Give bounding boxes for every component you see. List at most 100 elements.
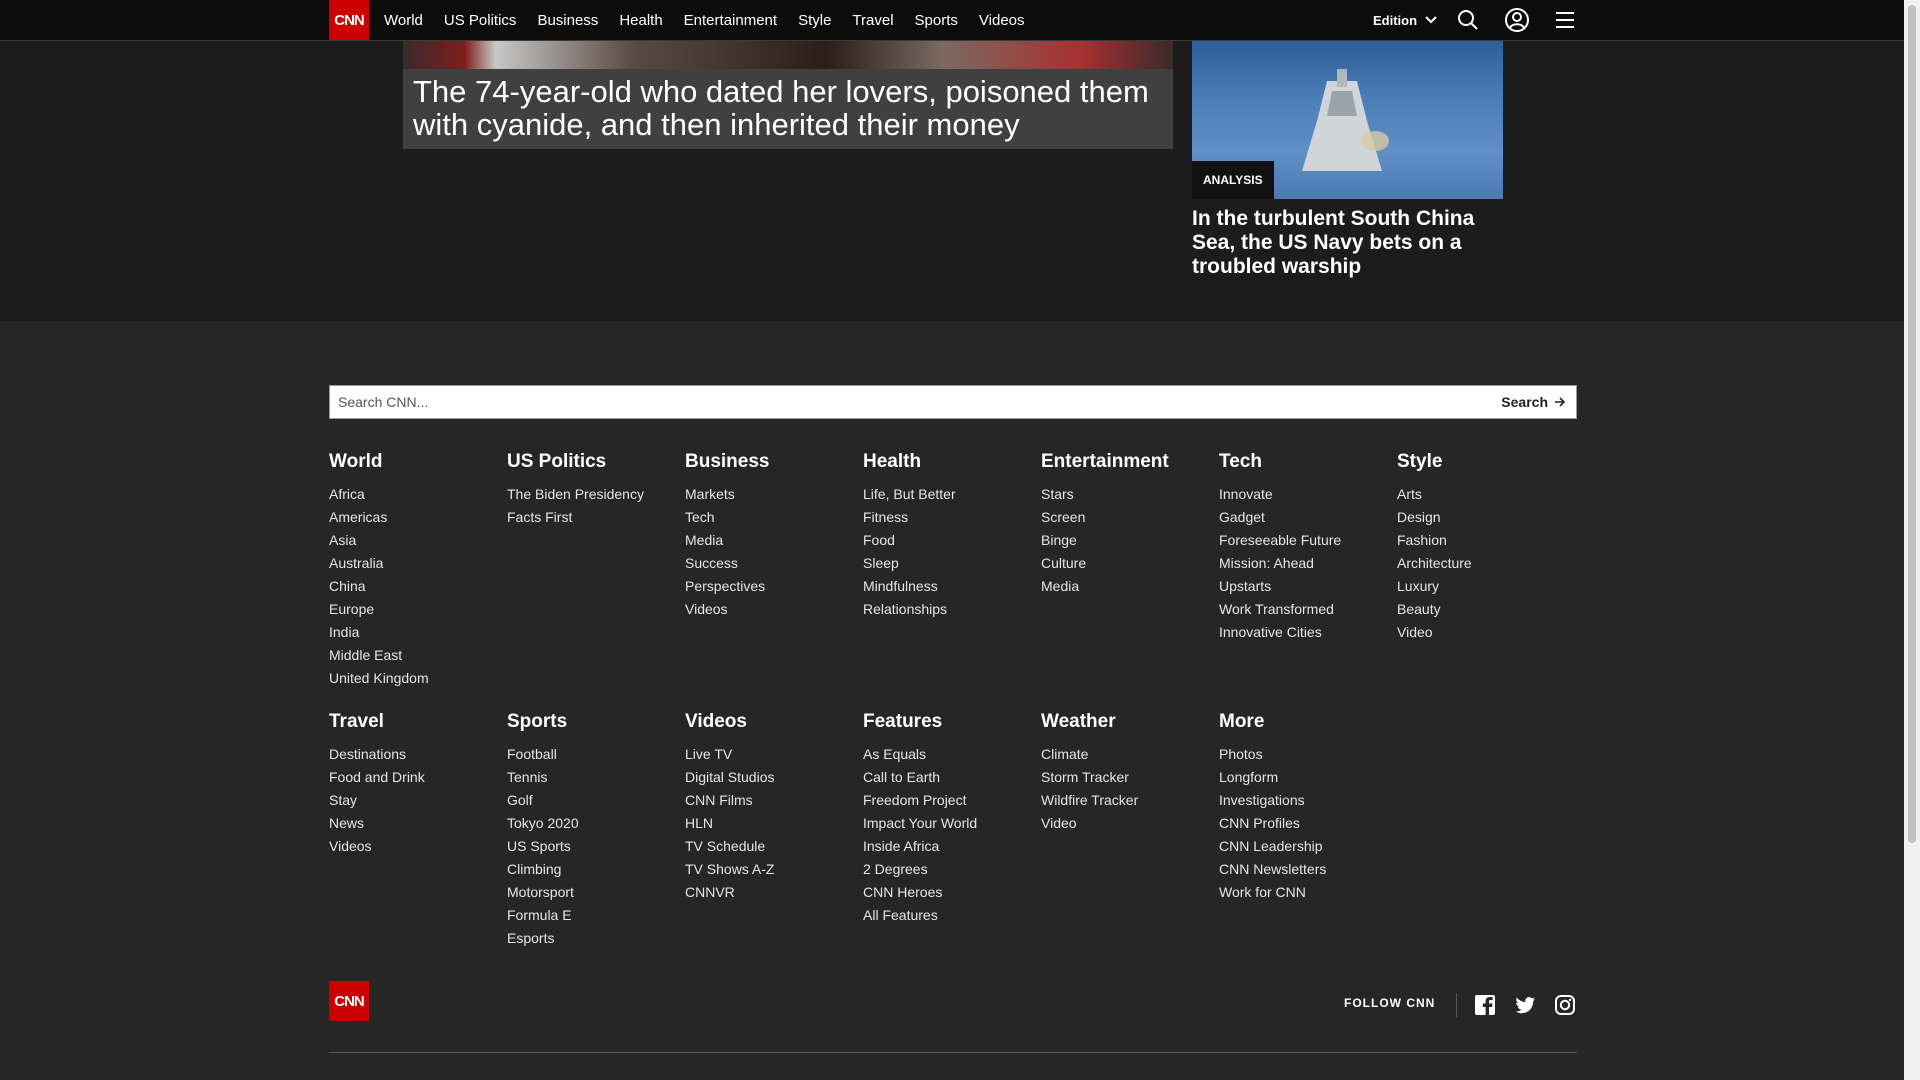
footer-link[interactable]: 2 Degrees xyxy=(863,858,1041,881)
footer-link[interactable]: Formula E xyxy=(507,904,685,927)
footer-link[interactable]: Climbing xyxy=(507,858,685,881)
footer-link[interactable]: Mindfulness xyxy=(863,575,1041,598)
footer-link[interactable]: Video xyxy=(1397,621,1575,644)
footer-link[interactable]: Binge xyxy=(1041,529,1219,552)
footer-link[interactable]: Esports xyxy=(507,927,685,950)
footer-column-title[interactable]: Videos xyxy=(685,711,863,733)
footer-link[interactable]: Stay xyxy=(329,789,507,812)
side-story-headline[interactable]: In the turbulent South China Sea, the US… xyxy=(1192,207,1512,279)
footer-link[interactable]: Relationships xyxy=(863,598,1041,621)
footer-column-title[interactable]: Style xyxy=(1397,451,1575,473)
footer-cnn-logo[interactable]: CNN xyxy=(329,981,369,1021)
scrollbar-thumb[interactable] xyxy=(1908,5,1916,843)
footer-link[interactable]: Investigations xyxy=(1219,789,1397,812)
search-input[interactable] xyxy=(338,394,1238,410)
footer-link[interactable]: Golf xyxy=(507,789,685,812)
footer-link[interactable]: Gadget xyxy=(1219,506,1397,529)
footer-link[interactable]: Stars xyxy=(1041,483,1219,506)
footer-link[interactable]: Markets xyxy=(685,483,863,506)
footer-link[interactable]: Digital Studios xyxy=(685,766,863,789)
footer-link[interactable]: Food xyxy=(863,529,1041,552)
footer-link[interactable]: India xyxy=(329,621,507,644)
footer-column-title[interactable]: Travel xyxy=(329,711,507,733)
footer-link[interactable]: Destinations xyxy=(329,743,507,766)
footer-link[interactable]: Upstarts xyxy=(1219,575,1397,598)
footer-link[interactable]: CNN Leadership xyxy=(1219,835,1397,858)
footer-link[interactable]: The Biden Presidency xyxy=(507,483,685,506)
footer-link[interactable]: Europe xyxy=(329,598,507,621)
nav-link-entertainment[interactable]: Entertainment xyxy=(684,12,777,29)
footer-link[interactable]: Photos xyxy=(1219,743,1397,766)
cnn-logo[interactable]: CNN xyxy=(329,0,369,40)
footer-link[interactable]: CNN Newsletters xyxy=(1219,858,1397,881)
footer-link[interactable]: United Kingdom xyxy=(329,667,507,690)
footer-link[interactable]: All Features xyxy=(863,904,1041,927)
footer-link[interactable]: Luxury xyxy=(1397,575,1575,598)
footer-link[interactable]: Foreseeable Future xyxy=(1219,529,1397,552)
nav-link-videos[interactable]: Videos xyxy=(979,12,1025,29)
footer-link[interactable]: CNNVR xyxy=(685,881,863,904)
footer-link[interactable]: Tennis xyxy=(507,766,685,789)
footer-link[interactable]: Tokyo 2020 xyxy=(507,812,685,835)
nav-link-business[interactable]: Business xyxy=(537,12,598,29)
main-story-image[interactable] xyxy=(403,41,1173,69)
footer-link[interactable]: Freedom Project xyxy=(863,789,1041,812)
main-story-headline[interactable]: The 74-year-old who dated her lovers, po… xyxy=(413,75,1163,141)
footer-link[interactable]: Call to Earth xyxy=(863,766,1041,789)
footer-column-title[interactable]: Weather xyxy=(1041,711,1219,733)
footer-link[interactable]: Storm Tracker xyxy=(1041,766,1219,789)
footer-link[interactable]: Culture xyxy=(1041,552,1219,575)
footer-link[interactable]: CNN Films xyxy=(685,789,863,812)
footer-column-title[interactable]: Sports xyxy=(507,711,685,733)
footer-link[interactable]: Life, But Better xyxy=(863,483,1041,506)
footer-link[interactable]: Innovative Cities xyxy=(1219,621,1397,644)
edition-dropdown[interactable]: Edition xyxy=(1373,0,1437,40)
footer-link[interactable]: Screen xyxy=(1041,506,1219,529)
footer-link[interactable]: As Equals xyxy=(863,743,1041,766)
footer-link[interactable]: Arts xyxy=(1397,483,1575,506)
footer-link[interactable]: Africa xyxy=(329,483,507,506)
footer-link[interactable]: Impact Your World xyxy=(863,812,1041,835)
nav-link-us-politics[interactable]: US Politics xyxy=(444,12,517,29)
user-account-icon[interactable] xyxy=(1504,7,1530,33)
footer-column-title[interactable]: Features xyxy=(863,711,1041,733)
footer-link[interactable]: Food and Drink xyxy=(329,766,507,789)
footer-column-title[interactable]: US Politics xyxy=(507,451,685,473)
footer-link[interactable]: TV Schedule xyxy=(685,835,863,858)
nav-link-style[interactable]: Style xyxy=(798,12,831,29)
facebook-icon[interactable] xyxy=(1474,994,1496,1016)
nav-link-world[interactable]: World xyxy=(384,12,423,29)
footer-link[interactable]: Australia xyxy=(329,552,507,575)
footer-link[interactable]: Work for CNN xyxy=(1219,881,1397,904)
footer-link[interactable]: Work Transformed xyxy=(1219,598,1397,621)
footer-link[interactable]: Wildfire Tracker xyxy=(1041,789,1219,812)
footer-link[interactable]: HLN xyxy=(685,812,863,835)
search-icon[interactable] xyxy=(1456,8,1480,32)
footer-link[interactable]: Media xyxy=(1041,575,1219,598)
footer-link[interactable]: CNN Heroes xyxy=(863,881,1041,904)
hamburger-menu-icon[interactable] xyxy=(1553,8,1577,32)
footer-link[interactable]: Videos xyxy=(685,598,863,621)
twitter-icon[interactable] xyxy=(1514,994,1536,1016)
footer-link[interactable]: Inside Africa xyxy=(863,835,1041,858)
footer-link[interactable]: CNN Profiles xyxy=(1219,812,1397,835)
nav-link-travel[interactable]: Travel xyxy=(852,12,893,29)
footer-link[interactable]: Sleep xyxy=(863,552,1041,575)
footer-column-title[interactable]: More xyxy=(1219,711,1397,733)
footer-link[interactable]: Asia xyxy=(329,529,507,552)
footer-column-title[interactable]: Business xyxy=(685,451,863,473)
footer-link[interactable]: China xyxy=(329,575,507,598)
main-story-caption[interactable]: The 74-year-old who dated her lovers, po… xyxy=(403,69,1173,149)
footer-link[interactable]: Motorsport xyxy=(507,881,685,904)
footer-link[interactable]: Videos xyxy=(329,835,507,858)
footer-link[interactable]: TV Shows A-Z xyxy=(685,858,863,881)
search-button[interactable]: Search xyxy=(1501,394,1566,410)
footer-column-title[interactable]: World xyxy=(329,451,507,473)
instagram-icon[interactable] xyxy=(1554,994,1576,1016)
footer-link[interactable]: Beauty xyxy=(1397,598,1575,621)
footer-link[interactable]: Fitness xyxy=(863,506,1041,529)
footer-link[interactable]: Live TV xyxy=(685,743,863,766)
footer-link[interactable]: Mission: Ahead xyxy=(1219,552,1397,575)
footer-link[interactable]: Video xyxy=(1041,812,1219,835)
footer-link[interactable]: Longform xyxy=(1219,766,1397,789)
